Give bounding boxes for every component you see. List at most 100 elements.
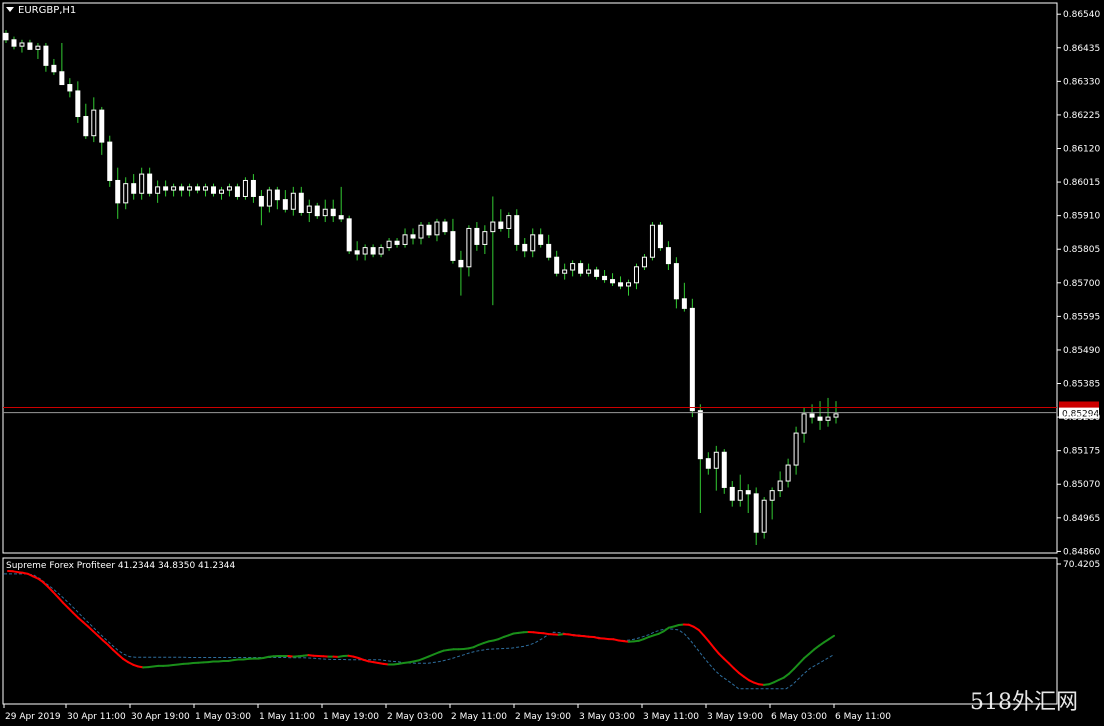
candle-bull [586, 269, 592, 274]
candle-bear [753, 493, 759, 533]
candle-bull [171, 186, 177, 191]
candle-bear [594, 269, 600, 277]
indicator-segment-down [72, 611, 80, 619]
y-tick-label: 0.86120 [1063, 144, 1100, 154]
indicator-segment-up [793, 662, 800, 670]
candle-bear [578, 263, 584, 274]
dropdown-triangle-icon[interactable] [6, 7, 14, 12]
x-tick-label: 1 May 19:00 [323, 712, 379, 722]
candle-bear [131, 183, 137, 194]
price-axis: 0.86540 0.86435 0.86330 0.86225 0.86120 0.860… [1057, 10, 1100, 557]
candle-bull [418, 224, 424, 239]
y-tick-label: 0.85910 [1063, 212, 1100, 222]
indicator-segment-down [112, 648, 120, 656]
candle-bear [11, 39, 17, 47]
candle-bear [514, 215, 520, 245]
indicator-signal-line [4, 573, 835, 690]
candle-bear [258, 195, 264, 207]
candle-bear [554, 256, 560, 274]
y-tick-label: 0.85805 [1063, 245, 1100, 255]
y-tick-label: 0.85595 [1063, 312, 1100, 322]
candle-bear [729, 486, 735, 501]
indicator-scale-label: 70.4205 [1063, 560, 1100, 570]
indicator-segment-down [732, 667, 740, 674]
candle-bear [657, 224, 663, 249]
candle-bear [274, 189, 280, 201]
candle-bear [27, 42, 33, 50]
indicator-segment-down [87, 625, 95, 633]
candle-bear [665, 247, 671, 265]
candle-bear [689, 307, 695, 412]
candle-bull [833, 413, 839, 418]
y-tick-label: 0.85280 [1063, 413, 1100, 423]
candle-bull [218, 189, 224, 194]
x-tick-label: 2 May 03:00 [387, 712, 443, 722]
candle-bull [490, 221, 496, 233]
candle-bull [386, 240, 392, 249]
candle-bear [250, 179, 256, 197]
symbol-text: EURGBP,H1 [18, 5, 77, 16]
y-tick-label: 0.86540 [1063, 10, 1100, 20]
symbol-label[interactable]: EURGBP,H1 [6, 5, 76, 16]
candle-bear [147, 173, 153, 194]
candle-bear [330, 208, 336, 217]
candle-bull [506, 215, 512, 229]
candle-bull [649, 224, 655, 258]
candle-bear [474, 227, 480, 245]
candle-bear [522, 243, 528, 252]
candle-bear [673, 263, 679, 300]
candle-bear [745, 490, 751, 495]
candle-bull [713, 451, 719, 469]
x-tick-label: 6 May 03:00 [771, 712, 827, 722]
y-tick-label: 0.85175 [1063, 447, 1100, 457]
candle-bear [99, 109, 105, 143]
candle-bull [362, 247, 368, 255]
candle-bull [785, 464, 791, 482]
x-tick-label: 2 May 11:00 [451, 712, 507, 722]
candle-bull [322, 208, 328, 217]
candle-bull [139, 173, 145, 194]
candle-bear [426, 224, 432, 236]
indicator-segment-down [57, 596, 65, 604]
candle-bull [378, 247, 384, 255]
candle-bear [346, 218, 352, 252]
candle-bear [410, 234, 416, 239]
y-tick-label: 0.85385 [1063, 380, 1100, 390]
candle-bull [777, 480, 783, 492]
y-tick-label: 0.85070 [1063, 480, 1100, 490]
indicator-segment-up [828, 634, 835, 641]
candle-bull [737, 490, 743, 501]
candle-bull [91, 109, 97, 137]
candle-bear [195, 186, 201, 191]
y-tick-label: 0.84860 [1063, 547, 1100, 557]
candle-bull [825, 416, 831, 421]
indicator-segment-down [62, 601, 70, 609]
candle-bear [211, 186, 216, 194]
candle-bull [242, 179, 248, 197]
candle-bull [35, 45, 41, 50]
x-tick-label: 3 May 19:00 [707, 712, 763, 722]
y-tick-label: 0.85490 [1063, 346, 1100, 356]
candle-bear [450, 231, 456, 261]
candle-bear [338, 215, 344, 220]
x-tick-label: 29 Apr 2019 [5, 712, 61, 722]
candle-bear [546, 243, 552, 258]
candle-bear [610, 279, 616, 284]
y-tick-label: 0.86435 [1063, 44, 1100, 54]
candle-bull [626, 282, 631, 287]
x-tick-label: 3 May 03:00 [579, 712, 635, 722]
candle-bull [203, 186, 209, 191]
indicator-segment-up [798, 657, 805, 665]
main-chart-frame [2, 2, 1058, 705]
candle-bear [51, 64, 57, 73]
candle-bull [226, 186, 232, 191]
candle-bear [282, 199, 288, 210]
candle-bull [793, 432, 799, 466]
candle-bear [602, 275, 608, 281]
candle-bear [83, 116, 89, 137]
candle-bull [570, 263, 576, 271]
candle-bear [721, 451, 727, 488]
candle-bull [801, 413, 807, 434]
candle-bear [3, 32, 9, 41]
indicator-segment-down [717, 652, 725, 660]
